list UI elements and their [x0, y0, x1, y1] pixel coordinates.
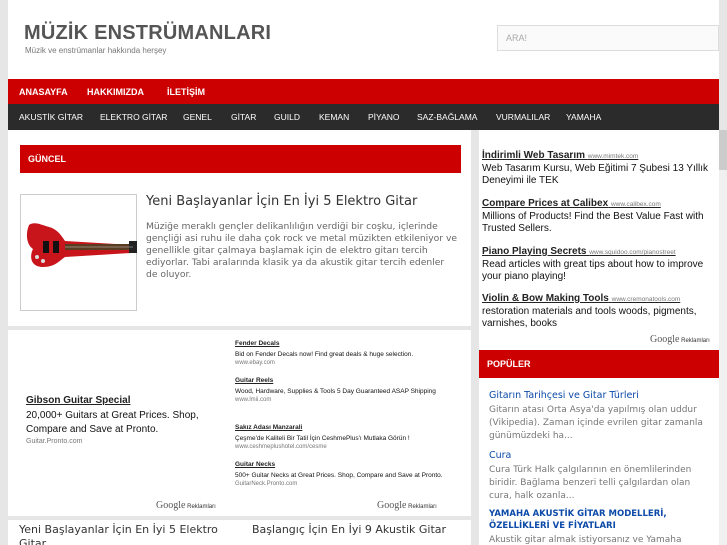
ad-title-line[interactable]: Piano Playing Secrets www.squidoo.com/pi… — [482, 246, 719, 257]
ad-description: Millions of Products! Find the Best Valu… — [482, 211, 704, 234]
nav-item-hakkimizda[interactable]: HAKKIMIZDA — [87, 87, 144, 97]
ad-description: 500+ Guitar Necks at Great Prices. Shop,… — [235, 472, 443, 479]
popular-item: Cura Cura Türk Halk çalgılarının en önem… — [489, 450, 704, 503]
ad-title-line[interactable]: Compare Prices at Calibex www.calibex.co… — [482, 198, 719, 209]
ad-block-left: Gibson Guitar Special 20,000+ Guitars at… — [12, 335, 230, 515]
cat-item-piyano[interactable]: PİYANO — [368, 112, 400, 122]
google-ads-text: Reklamları — [408, 504, 437, 510]
ad-url[interactable]: www.squidoo.com/pianostreet — [589, 249, 675, 256]
ad-description: Web Tasarım Kursu, Web Eğitimi 7 Şubesi … — [482, 163, 709, 186]
section-header-guncel: GÜNCEL — [20, 145, 461, 173]
scrollbar[interactable] — [719, 130, 727, 545]
ad-title[interactable]: Compare Prices at Calibex — [482, 198, 608, 209]
scrollbar-thumb[interactable] — [719, 130, 727, 170]
google-ads-label[interactable]: Google Reklamları — [156, 500, 216, 511]
ad-description: Bid on Fender Decals now! Find great dea… — [235, 351, 414, 358]
ad-url[interactable]: www.cremonatools.com — [612, 296, 681, 303]
top-nav: ANASAYFA HAKKIMIZDA İLETİŞİM — [8, 79, 719, 104]
popular-item-title[interactable]: YAMAHA AKUSTİK GİTAR MODELLERİ, ÖZELLİKL… — [489, 508, 704, 532]
ad-description: 20,000+ Guitars at Great Prices. Shop, C… — [26, 410, 199, 435]
ad-item: Guitar Necks 500+ Guitar Necks at Great … — [235, 461, 459, 487]
cat-item-keman[interactable]: KEMAN — [319, 112, 349, 122]
google-logo: Google — [156, 500, 186, 511]
sidebar-ad: Violin & Bow Making Tools www.cremonatoo… — [482, 293, 719, 330]
site-header: MÜZİK ENSTRÜMANLARI Müzik ve enstrümanla… — [8, 0, 719, 79]
ad-url[interactable]: www.ebay.com — [235, 360, 459, 366]
popular-item: YAMAHA AKUSTİK GİTAR MODELLERİ, ÖZELLİKL… — [489, 508, 704, 545]
cat-item-yamaha[interactable]: YAMAHA — [566, 112, 601, 122]
nav-item-anasayfa[interactable]: ANASAYFA — [19, 87, 68, 97]
ad-title[interactable]: Fender Decals — [235, 340, 459, 347]
post-card: Yeni Başlayanlar İçin En İyi 5 Elektro G… — [11, 520, 233, 545]
ad-url[interactable]: Guitar.Pronto.com — [26, 438, 82, 445]
search-input[interactable]: ARA! — [497, 25, 719, 51]
ad-block-right: Fender Decals Bid on Fender Decals now! … — [235, 337, 459, 517]
cat-item-saz-baglama[interactable]: SAZ-BAĞLAMA — [417, 112, 477, 122]
sidebar-ad: İndirimli Web Tasarım www.mimtek.com Web… — [482, 150, 719, 187]
section-title: POPÜLER — [487, 359, 531, 369]
popular-item: Gitarın Tarihçesi ve Gitar Türleri Gitar… — [489, 390, 704, 443]
google-ads-label[interactable]: Google Reklamları — [377, 500, 437, 511]
ad-title[interactable]: İndirimli Web Tasarım — [482, 150, 585, 161]
cat-item-vurmalilar[interactable]: VURMALILAR — [496, 112, 550, 122]
site-title[interactable]: MÜZİK ENSTRÜMANLARI — [24, 22, 271, 45]
ad-title[interactable]: Violin & Bow Making Tools — [482, 293, 609, 304]
cat-item-akustik-gitar[interactable]: AKUSTİK GİTAR — [19, 112, 83, 122]
section-title: GÜNCEL — [28, 154, 66, 164]
ad-title[interactable]: Sakız Adası Manzarali — [235, 424, 459, 431]
sidebar-ad: Compare Prices at Calibex www.calibex.co… — [482, 198, 719, 235]
ad-description: restoration materials and tools woods, p… — [482, 306, 697, 329]
divider — [8, 326, 471, 330]
ad-title[interactable]: Guitar Necks — [235, 461, 459, 468]
ad-title-line[interactable]: Violin & Bow Making Tools www.cremonatoo… — [482, 293, 719, 304]
cat-item-genel[interactable]: GENEL — [183, 112, 212, 122]
ad-url[interactable]: www.mimtek.com — [588, 153, 639, 160]
popular-item-excerpt: Akustik gitar almak istiyorsanız ve Yama… — [489, 535, 682, 545]
ad-url[interactable]: GuitarNeck.Pronto.com — [235, 481, 459, 487]
page: MÜZİK ENSTRÜMANLARI Müzik ve enstrümanla… — [0, 0, 727, 545]
featured-post-title[interactable]: Yeni Başlayanlar İçin En İyi 5 Elektro G… — [146, 194, 417, 209]
google-ads-text: Reklamları — [681, 338, 710, 344]
ad-description: Read articles with great tips about how … — [482, 259, 704, 282]
ad-description: Çeşme'de Kaliteli Bir Tatil İçin CeshmeP… — [235, 435, 410, 442]
featured-post: Yeni Başlayanlar İçin En İyi 5 Elektro G… — [20, 193, 461, 313]
popular-item-title[interactable]: Gitarın Tarihçesi ve Gitar Türleri — [489, 390, 704, 402]
post-title[interactable]: Başlangıç İçin En İyi 9 Akustik Gitar — [252, 523, 446, 537]
category-nav: AKUSTİK GİTAR ELEKTRO GİTAR GENEL GİTAR … — [8, 104, 719, 130]
ad-url[interactable]: www.ceshmeplushotel.com/cesme — [235, 444, 459, 450]
ad-title[interactable]: Piano Playing Secrets — [482, 246, 587, 257]
popular-item-title[interactable]: Cura — [489, 450, 704, 462]
google-logo: Google — [377, 500, 407, 511]
ad-description: Wood, Hardware, Supplies & Tools 5 Day G… — [235, 388, 436, 395]
featured-thumbnail[interactable] — [20, 194, 137, 311]
ad-title[interactable]: Guitar Reels — [235, 377, 459, 384]
ad-url[interactable]: www.lmii.com — [235, 397, 459, 403]
ad-item: Sakız Adası Manzarali Çeşme'de Kaliteli … — [235, 424, 459, 450]
ad-title-line[interactable]: İndirimli Web Tasarım www.mimtek.com — [482, 150, 719, 161]
cat-item-gitar[interactable]: GİTAR — [231, 112, 256, 122]
ad-url[interactable]: www.calibex.com — [611, 201, 661, 208]
cat-item-elektro-gitar[interactable]: ELEKTRO GİTAR — [100, 112, 167, 122]
google-logo: Google — [650, 334, 680, 345]
sidebar-ad: Piano Playing Secrets www.squidoo.com/pi… — [482, 246, 719, 283]
cat-item-guild[interactable]: GUILD — [274, 112, 300, 122]
post-card: Başlangıç İçin En İyi 9 Akustik Gitar — [244, 520, 466, 545]
nav-item-iletisim[interactable]: İLETİŞİM — [167, 87, 205, 97]
ad-item: Fender Decals Bid on Fender Decals now! … — [235, 340, 459, 366]
google-ads-text: Reklamları — [187, 504, 216, 510]
electric-guitar-image — [26, 223, 137, 267]
popular-item-excerpt: Cura Türk Halk çalgılarının en önemliler… — [489, 465, 692, 501]
ad-title[interactable]: Gibson Guitar Special — [26, 395, 130, 406]
main-content: GÜNCEL Yeni Başlayanlar İçin En İyi 5 El… — [8, 130, 471, 545]
popular-item-excerpt: Gitarın atası Orta Asya'da yapılmış olan… — [489, 405, 703, 441]
post-title[interactable]: Yeni Başlayanlar İçin En İyi 5 Elektro G… — [19, 523, 233, 545]
section-header-populer: POPÜLER — [479, 350, 719, 378]
sidebar: İndirimli Web Tasarım www.mimtek.com Web… — [479, 130, 719, 545]
site-description: Müzik ve enstrümanlar hakkında herşey — [25, 46, 167, 55]
ad-item: Guitar Reels Wood, Hardware, Supplies & … — [235, 377, 459, 403]
google-ads-label[interactable]: Google Reklamları — [650, 334, 710, 345]
featured-post-excerpt: Müziğe meraklı gençler delikanlılığın ve… — [146, 221, 458, 280]
